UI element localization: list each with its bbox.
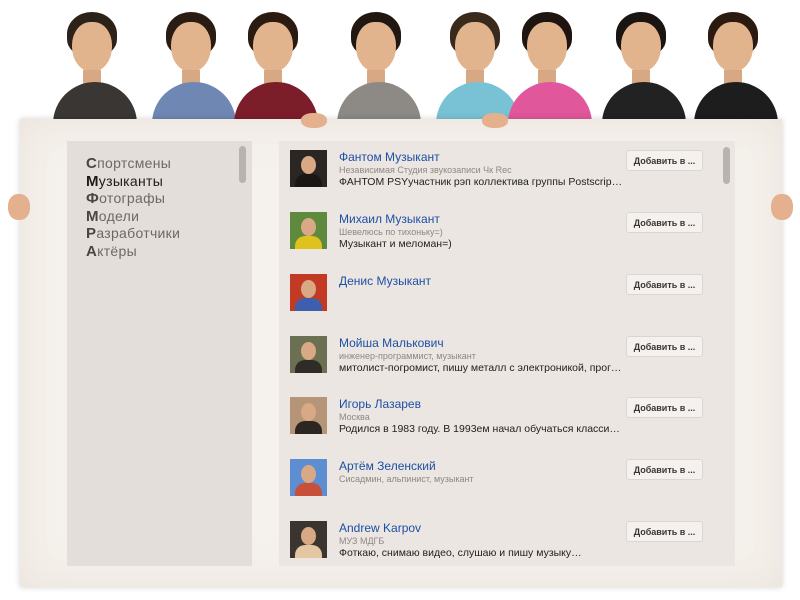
person-subtitle: Москва (339, 412, 370, 422)
people-list-scrollbar[interactable] (723, 147, 730, 184)
person-face (356, 22, 396, 72)
person-name-link[interactable]: Артём Зеленский (339, 459, 436, 473)
avatar-head (301, 156, 316, 174)
avatar[interactable] (290, 150, 327, 187)
add-to-button[interactable]: Добавить в ... (626, 212, 703, 233)
person-subtitle: МУЗ МДГБ (339, 536, 385, 546)
avatar[interactable] (290, 459, 327, 496)
avatar-body (295, 360, 322, 373)
person-figure (596, 0, 692, 130)
avatar-body (295, 236, 322, 249)
avatar-body (295, 421, 322, 434)
category-item-sport[interactable]: Спортсмены (86, 155, 252, 173)
person-face (171, 22, 211, 72)
person-face (253, 22, 293, 72)
avatar[interactable] (290, 521, 327, 558)
category-item-musicians[interactable]: Музыканты (86, 173, 252, 191)
avatar-body (295, 545, 322, 558)
add-to-button[interactable]: Добавить в ... (626, 150, 703, 171)
person-bio: Родился в 1983 году. В 1993ем начал обуч… (339, 423, 624, 435)
person-face (713, 22, 753, 72)
person-face (72, 22, 112, 72)
avatar[interactable] (290, 397, 327, 434)
top-hand-right-icon (482, 113, 508, 128)
avatar[interactable] (290, 274, 327, 311)
category-panel: Спортсмены Музыканты Фотографы Модели Ра… (67, 141, 252, 566)
person-subtitle: Сисадмин, альпинист, музыкант (339, 474, 474, 484)
person-name-link[interactable]: Мойша Малькович (339, 336, 444, 350)
people-list-item: Andrew Karpov МУЗ МДГБ Фоткаю, снимаю виде… (279, 512, 735, 566)
header-people-banner (0, 0, 800, 130)
people-list-item: Денис Музыкант Добавить в ... (279, 265, 735, 327)
avatar-head (301, 280, 316, 298)
person-name-link[interactable]: Фантом Музыкант (339, 150, 440, 164)
person-name-link[interactable]: Игорь Лазарев (339, 397, 421, 411)
person-face (527, 22, 567, 72)
person-face (455, 22, 495, 72)
person-bio: Музыкант и меломан=) (339, 238, 452, 250)
person-figure (47, 0, 143, 130)
person-figure (228, 0, 324, 130)
people-list-item: Михаил Музыкант Шевелюсь по тихоньку=) Муз… (279, 203, 735, 265)
people-list-item: Артём Зеленский Сисадмин, альпинист, музы… (279, 450, 735, 512)
avatar-body (295, 298, 322, 311)
add-to-button[interactable]: Добавить в ... (626, 274, 703, 295)
person-name-link[interactable]: Михаил Музыкант (339, 212, 440, 226)
avatar-head (301, 527, 316, 545)
people-list-item: Игорь Лазарев Москва Родился в 1983 году. … (279, 388, 735, 450)
category-item-developers[interactable]: Разработчики (86, 225, 252, 243)
left-hand-icon (8, 194, 30, 220)
person-subtitle: Шевелюсь по тихоньку=) (339, 227, 443, 237)
person-name-link[interactable]: Andrew Karpov (339, 521, 421, 535)
category-item-photographers[interactable]: Фотографы (86, 190, 252, 208)
avatar-head (301, 465, 316, 483)
people-list-panel: Фантом Музыкант Независимая Студия звукоз… (279, 141, 735, 566)
add-to-button[interactable]: Добавить в ... (626, 336, 703, 357)
add-to-button[interactable]: Добавить в ... (626, 397, 703, 418)
add-to-button[interactable]: Добавить в ... (626, 459, 703, 480)
avatar-body (295, 174, 322, 187)
avatar-head (301, 218, 316, 236)
people-list-item: Фантом Музыкант Независимая Студия звукоз… (279, 141, 735, 203)
right-hand-icon (771, 194, 793, 220)
person-name-link[interactable]: Денис Музыкант (339, 274, 431, 288)
person-figure (502, 0, 598, 130)
avatar[interactable] (290, 212, 327, 249)
avatar[interactable] (290, 336, 327, 373)
person-figure (688, 0, 784, 130)
avatar-body (295, 483, 322, 496)
top-hand-left-icon (301, 113, 327, 128)
avatar-head (301, 403, 316, 421)
category-item-models[interactable]: Модели (86, 208, 252, 226)
person-bio: Фоткаю, снимаю видео, слушаю и пишу музы… (339, 547, 582, 559)
person-bio: ФАНТОМ PSYучастник рэп коллектива группы… (339, 176, 624, 188)
add-to-button[interactable]: Добавить в ... (626, 521, 703, 542)
person-bio: митолист-погромист, пишу металл с электр… (339, 362, 624, 374)
category-list: Спортсмены Музыканты Фотографы Модели Ра… (67, 141, 252, 260)
avatar-head (301, 342, 316, 360)
person-face (621, 22, 661, 72)
category-item-actors[interactable]: Актёры (86, 243, 252, 261)
person-subtitle: инженер-программист, музыкант (339, 351, 476, 361)
person-subtitle: Независимая Студия звукозаписи Чк Rec (339, 165, 512, 175)
person-figure (331, 0, 427, 130)
category-scrollbar[interactable] (239, 146, 246, 183)
people-list-item: Мойша Малькович инженер-программист, музы… (279, 327, 735, 389)
